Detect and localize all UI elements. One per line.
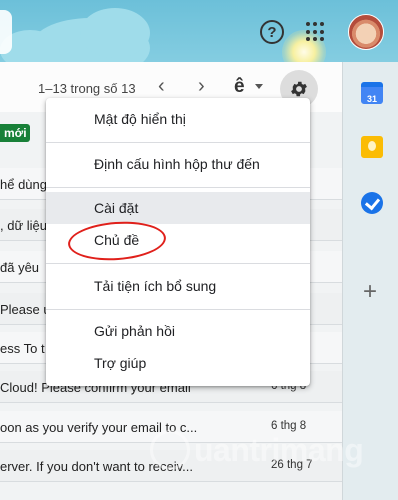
- account-avatar[interactable]: [348, 14, 384, 50]
- menu-divider: [46, 187, 310, 188]
- menu-divider: [46, 142, 310, 143]
- email-snippet: , dữ liệu: [0, 218, 48, 233]
- input-tools-button[interactable]: ê: [234, 76, 245, 98]
- chevron-right-icon[interactable]: ›: [198, 76, 205, 96]
- watermark: uantrimang: [150, 425, 364, 475]
- apps-dot: [306, 22, 310, 26]
- help-icon[interactable]: ?: [260, 20, 284, 44]
- gear-icon: [291, 81, 307, 97]
- add-icon[interactable]: +: [363, 280, 377, 304]
- menu-item-get-addons[interactable]: Tải tiện ích bổ sung: [46, 270, 310, 302]
- keep-icon[interactable]: [361, 136, 383, 158]
- menu-item-settings[interactable]: Cài đặt: [46, 192, 310, 224]
- apps-grid-icon[interactable]: [306, 22, 326, 42]
- menu-divider: [46, 263, 310, 264]
- cloud-decoration: [80, 8, 150, 58]
- apps-dot: [313, 37, 317, 42]
- apps-dot: [306, 37, 310, 42]
- menu-item-configure-inbox[interactable]: Định cấu hình hộp thư đến: [46, 148, 310, 180]
- caret-down-icon[interactable]: [255, 84, 263, 89]
- calendar-icon[interactable]: 31: [361, 82, 383, 104]
- chevron-left-icon[interactable]: ‹: [158, 76, 165, 96]
- watermark-logo-icon: [150, 430, 190, 470]
- apps-dot: [320, 22, 324, 26]
- apps-dot: [320, 29, 324, 34]
- new-badge: mới: [0, 124, 30, 142]
- search-bar-edge[interactable]: [0, 10, 12, 54]
- header-background: [0, 0, 398, 62]
- menu-item-help[interactable]: Trợ giúp: [46, 347, 310, 379]
- watermark-text: uantrimang: [194, 431, 364, 468]
- email-snippet: ess To t: [0, 341, 45, 356]
- menu-item-send-feedback[interactable]: Gửi phản hồi: [46, 315, 310, 347]
- email-snippet: đã yêu: [0, 260, 40, 275]
- apps-dot: [313, 22, 317, 26]
- apps-dot: [320, 37, 324, 42]
- menu-item-display-density[interactable]: Mật độ hiển thị: [46, 103, 310, 135]
- apps-dot: [313, 29, 317, 34]
- tasks-icon[interactable]: [361, 192, 383, 214]
- email-snippet: Please u: [0, 302, 51, 317]
- menu-divider: [46, 309, 310, 310]
- apps-dot: [306, 29, 310, 34]
- page-range: 1–13 trong số 13: [38, 81, 136, 96]
- email-snippet: hể dùng: [0, 177, 47, 192]
